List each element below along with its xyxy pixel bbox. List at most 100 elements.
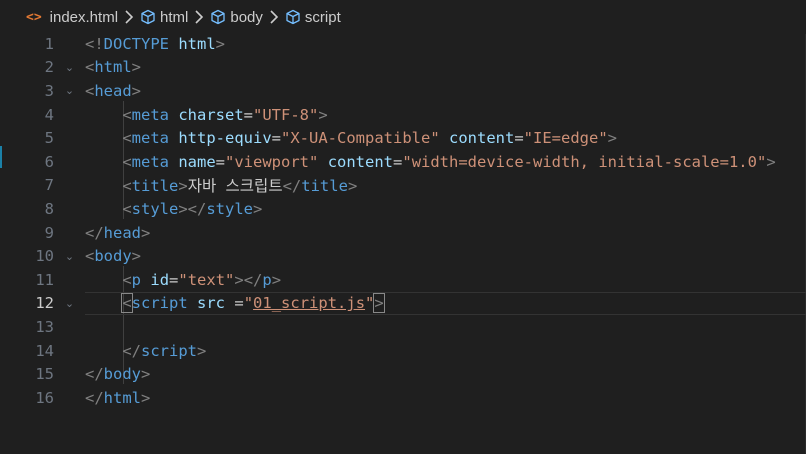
code-line[interactable]: 1 <!DOCTYPE html>	[0, 32, 806, 56]
code-tag: body	[103, 365, 141, 384]
code-punctuation: >	[131, 58, 142, 77]
code-content: <!DOCTYPE html>	[85, 35, 225, 53]
code-tag: html	[94, 58, 132, 77]
code-tag: script	[141, 341, 197, 360]
code-punctuation: <	[122, 105, 132, 124]
code-tag: body	[94, 247, 132, 266]
code-content: <style></style>	[85, 200, 262, 218]
code-line[interactable]: 16 </html>	[0, 386, 806, 410]
symbol-cube-icon	[286, 9, 300, 25]
code-punctuation: >	[215, 34, 226, 53]
code-punctuation: >	[318, 105, 328, 124]
code-string: "viewport"	[225, 152, 319, 171]
code-content: <p id="text"></p>	[85, 271, 281, 289]
code-punctuation: >	[271, 270, 282, 289]
code-attribute: charset	[178, 105, 244, 124]
breadcrumb-item-body[interactable]: body	[210, 9, 263, 26]
code-attribute: content	[327, 152, 394, 171]
code-punctuation: <	[122, 270, 132, 289]
code-punctuation: <	[122, 152, 132, 171]
line-number: 7	[44, 176, 54, 195]
code-content: </body>	[85, 365, 150, 383]
code-line[interactable]: 9 </head>	[0, 221, 806, 245]
code-line[interactable]: 15 </body>	[0, 362, 806, 386]
code-tag: head	[103, 223, 141, 242]
fold-chevron-icon[interactable]: ⌄	[54, 297, 85, 310]
code-operator: =	[393, 152, 403, 171]
line-number: 1	[44, 34, 54, 53]
code-content: <body>	[85, 247, 141, 265]
code-string: "X-UA-Compatible"	[281, 129, 440, 148]
line-number: 4	[44, 105, 54, 124]
code-punctuation: ></	[234, 270, 263, 289]
breadcrumb-label: script	[304, 8, 341, 26]
code-tag: p	[131, 270, 142, 289]
code-string: "width=device-width, initial-scale=1.0"	[402, 152, 767, 171]
code-punctuation: >	[607, 129, 618, 148]
code-punctuation: <	[122, 129, 132, 148]
code-string: "UTF-8"	[253, 105, 319, 124]
code-punctuation: <	[85, 81, 95, 100]
fold-chevron-icon[interactable]: ⌄	[54, 84, 85, 97]
breadcrumb-item-html[interactable]: html	[140, 9, 188, 26]
code-punctuation: </	[85, 388, 104, 407]
code-string: "text"	[178, 270, 235, 289]
code-line[interactable]: 13	[0, 315, 806, 339]
breadcrumb-item-script[interactable]: script	[285, 9, 341, 26]
code-line[interactable]: 4 <meta charset="UTF-8">	[0, 103, 806, 127]
line-number: 2	[44, 58, 54, 77]
chevron-right-icon	[194, 10, 204, 24]
code-operator: =	[514, 129, 524, 148]
code-line[interactable]: 5 <meta http-equiv="X-UA-Compatible" con…	[0, 126, 806, 150]
line-number: 12	[35, 294, 54, 313]
code-text: 자바 스크립트	[187, 177, 283, 196]
code-string: "	[365, 294, 375, 313]
code-content: <meta http-equiv="X-UA-Compatible" conte…	[85, 129, 617, 147]
code-attribute: id	[150, 270, 170, 289]
code-line[interactable]: 11 <p id="text"></p>	[0, 268, 806, 292]
code-tag: meta	[131, 152, 169, 171]
breadcrumb-label: body	[230, 8, 263, 26]
line-number: 6	[44, 152, 54, 171]
code-punctuation: <	[85, 247, 95, 266]
line-number: 8	[44, 199, 54, 218]
code-line[interactable]: 14 </script>	[0, 339, 806, 363]
code-punctuation: </	[122, 341, 141, 360]
code-punctuation: >	[131, 247, 142, 266]
fold-chevron-icon[interactable]: ⌄	[54, 250, 85, 263]
code-punctuation: <	[122, 199, 132, 218]
code-content: </html>	[85, 389, 150, 407]
line-number: 3	[44, 81, 54, 100]
code-operator: =	[234, 294, 244, 313]
code-line[interactable]: 8 <style></style>	[0, 197, 806, 221]
code-punctuation: <!	[85, 34, 104, 53]
code-string: "IE=edge"	[523, 129, 608, 148]
code-line[interactable]: 12 ⌄ <script src ="01_script.js">	[0, 291, 806, 316]
code-content: <title>자바 스크립트</title>	[85, 174, 357, 196]
code-line[interactable]: 3 ⌄ <head>	[0, 79, 806, 103]
code-line[interactable]: 2 ⌄ <html>	[0, 56, 806, 80]
code-attribute: content	[449, 129, 515, 148]
code-line[interactable]: 7 <title>자바 스크립트</title>	[0, 174, 806, 198]
code-line[interactable]: 6 <meta name="viewport" content="width=d…	[0, 150, 806, 174]
code-tag: meta	[131, 105, 169, 124]
code-punctuation: </	[85, 365, 104, 384]
code-punctuation: >	[253, 199, 263, 218]
line-number: 13	[35, 317, 54, 336]
code-editor[interactable]: 1 <!DOCTYPE html> 2 ⌄ <html> 3 ⌄ <head> 4 <meta …	[0, 30, 806, 454]
breadcrumb-file[interactable]: index.html	[50, 9, 118, 26]
fold-chevron-icon[interactable]: ⌄	[54, 61, 85, 74]
code-punctuation: >	[197, 341, 207, 360]
code-line[interactable]: 10 ⌄ <body>	[0, 244, 806, 268]
